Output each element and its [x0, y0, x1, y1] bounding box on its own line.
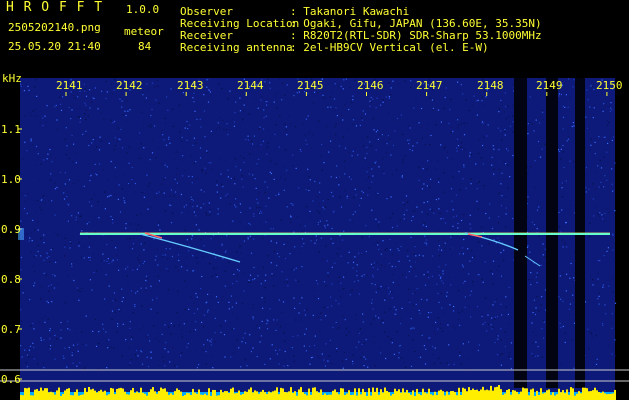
- image-filename: 2505202140.png: [8, 21, 101, 34]
- x-tick-label: 2142: [116, 79, 143, 92]
- y-axis-unit: kHz: [2, 72, 22, 85]
- x-tick-label: 2147: [416, 79, 443, 92]
- y-tick-label: 0.9: [1, 223, 21, 236]
- detection-count: 84: [138, 40, 152, 53]
- x-tick-label: 2143: [177, 79, 204, 92]
- info-value-antenna: : 2el-HB9CV Vertical (el. E-W): [290, 41, 489, 54]
- x-tick-label: 2141: [56, 79, 83, 92]
- info-label-antenna: Receiving antenna: [180, 41, 293, 54]
- y-tick-label: 0.6: [1, 373, 21, 386]
- y-tick-label: 0.7: [1, 323, 21, 336]
- x-tick-label: 2146: [357, 79, 384, 92]
- y-tick-label: 0.8: [1, 273, 21, 286]
- spectrogram-canvas: [0, 78, 629, 400]
- app-name: H R O F F T: [6, 0, 104, 15]
- observation-datetime: 25.05.20 21:40: [8, 40, 101, 53]
- x-tick-label: 2149: [536, 79, 563, 92]
- app-version: 1.0.0: [126, 3, 160, 16]
- x-tick-label: 2148: [477, 79, 504, 92]
- y-tick-label: 1.1: [1, 123, 21, 136]
- y-tick-label: 1.0: [1, 173, 21, 186]
- x-tick-label: 2150: [596, 79, 623, 92]
- x-tick-label: 2145: [297, 79, 324, 92]
- x-tick-label: 2144: [237, 79, 264, 92]
- detection-label: meteor: [124, 25, 164, 38]
- hrofft-screen: H R O F F T 1.0.0 2505202140.png meteor …: [0, 0, 629, 400]
